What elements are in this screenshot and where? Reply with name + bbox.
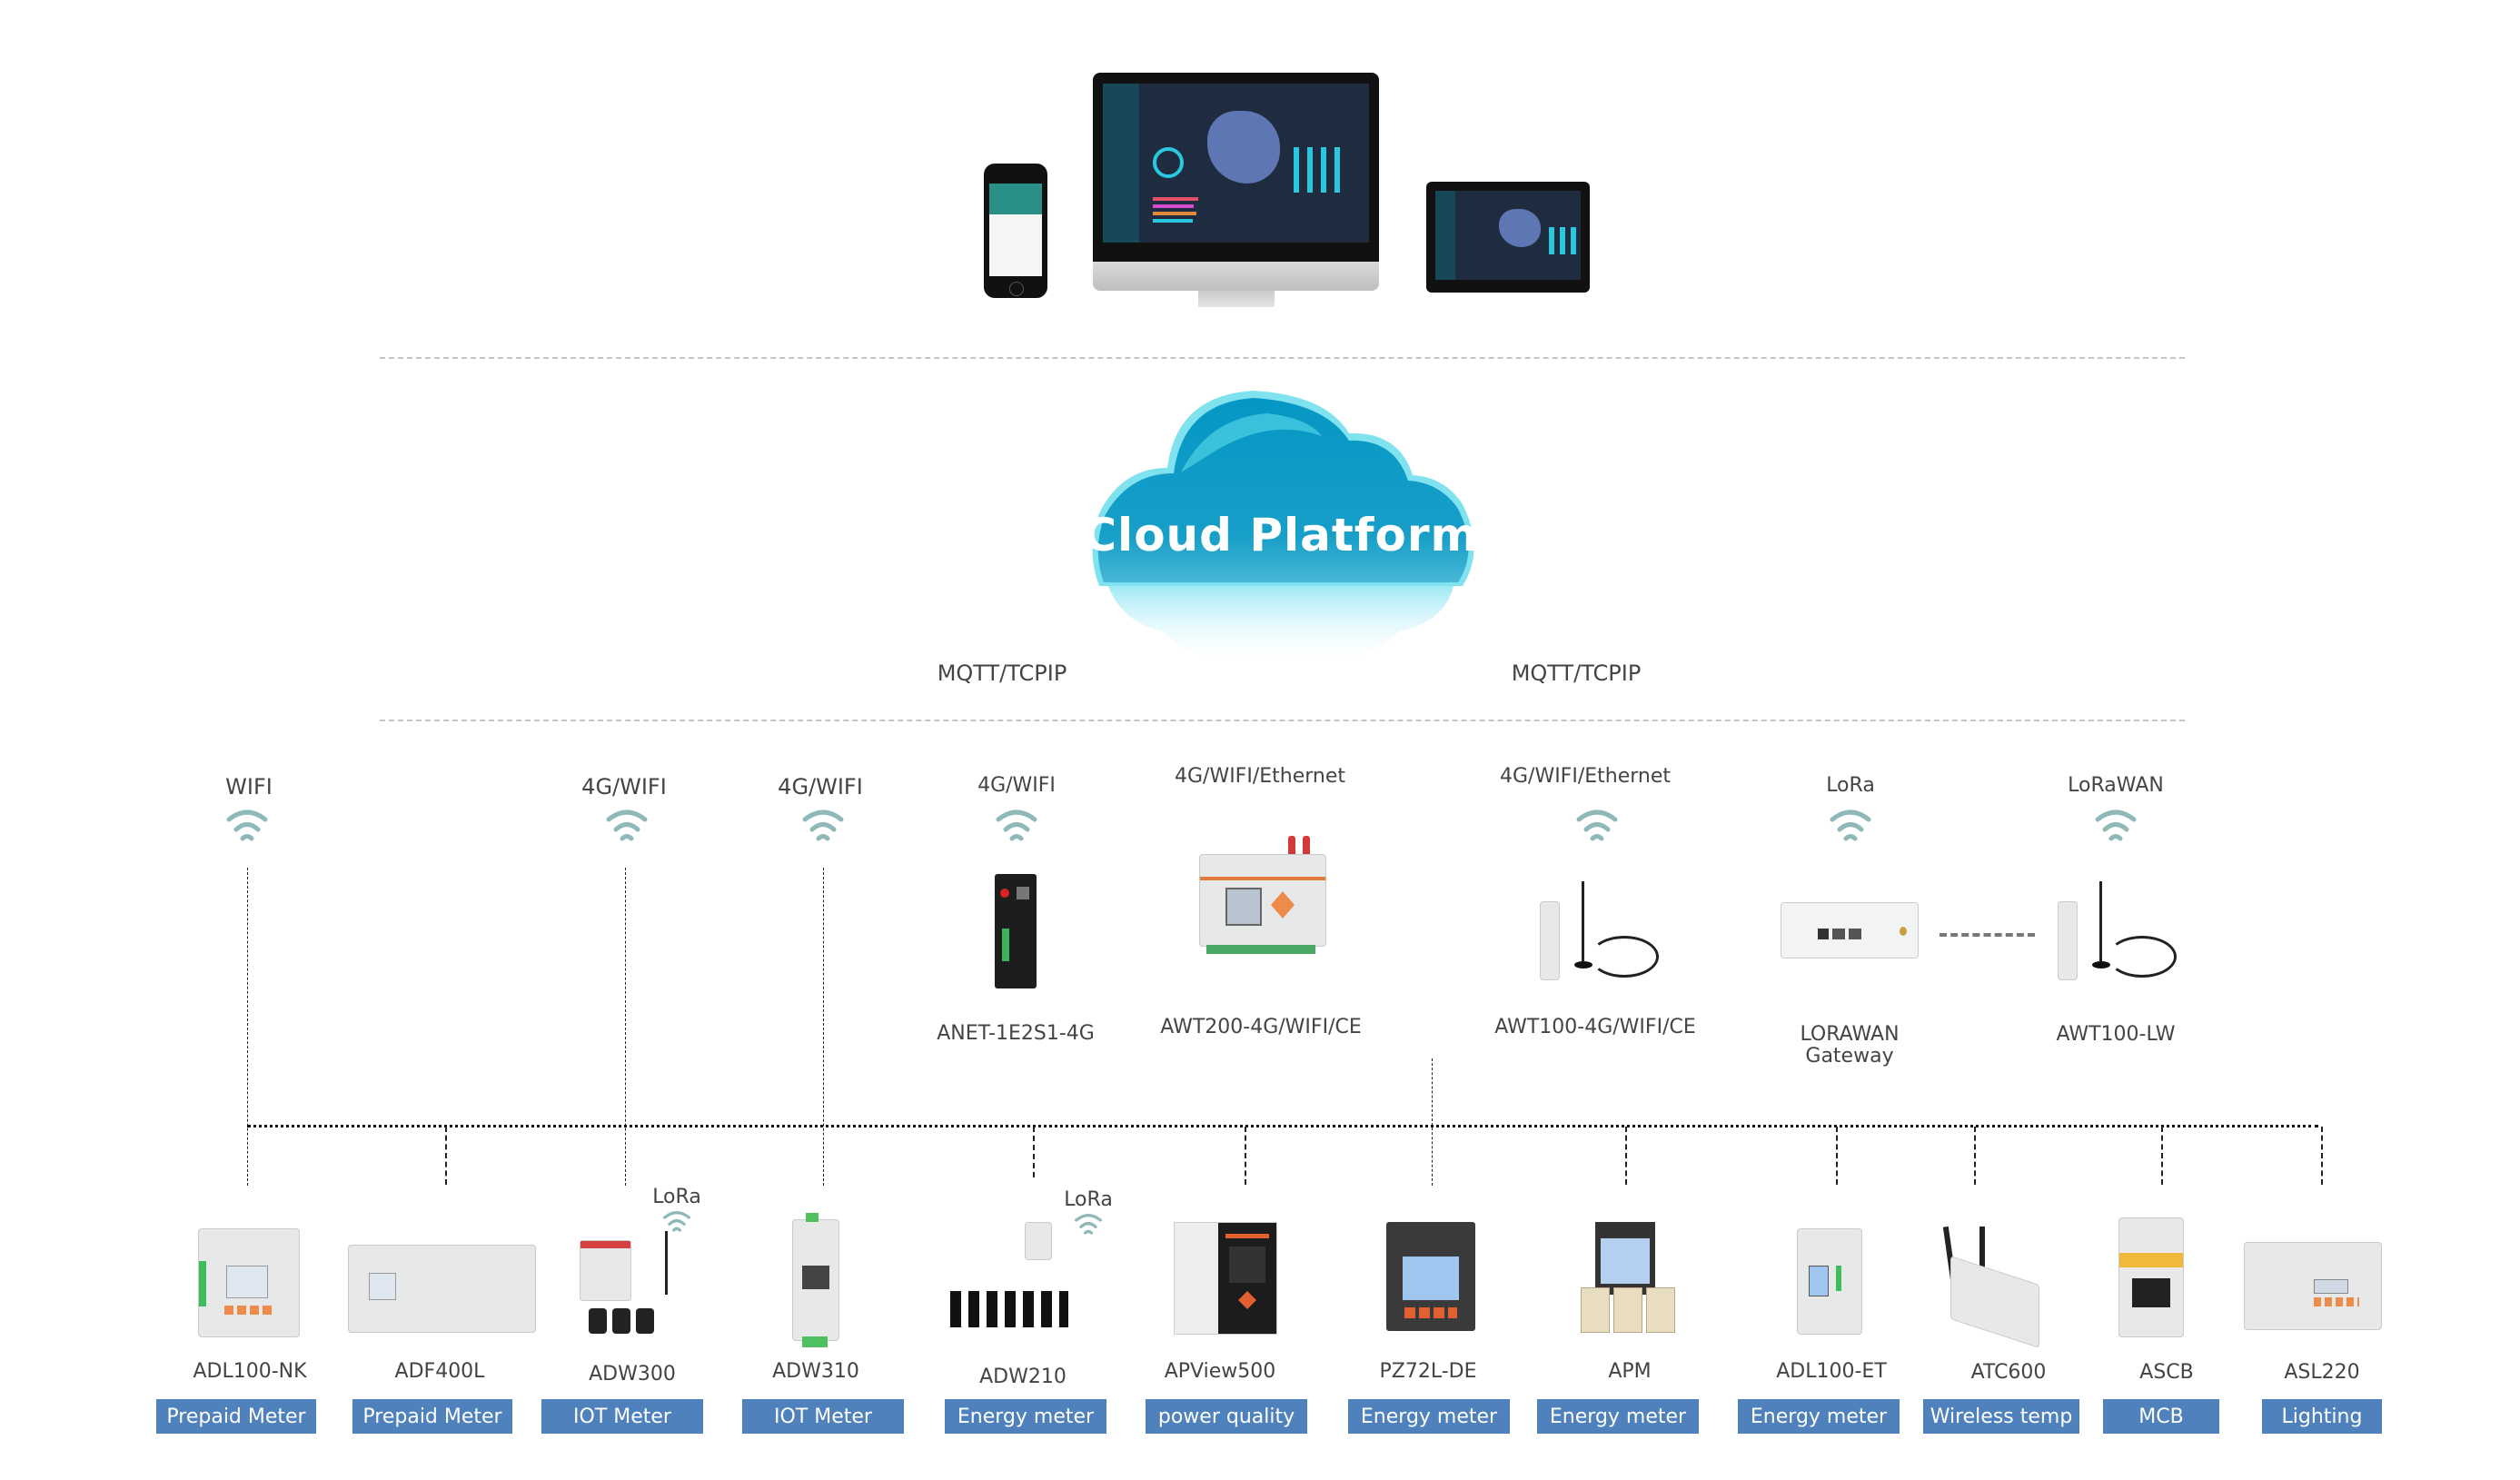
uplink-line <box>823 868 824 1186</box>
drop-line <box>1974 1127 1976 1185</box>
cloud-platform-title: Cloud Platform <box>1083 509 1479 561</box>
protocol-label-right: MQTT/TCPIP <box>1511 661 1642 686</box>
connection-label: LoRaWAN <box>2068 774 2164 797</box>
connection-label: 4G/WIFI/Ethernet <box>1499 765 1672 788</box>
category-badge: Lighting <box>2262 1399 2382 1434</box>
lora-link-line <box>1940 933 2035 937</box>
category-badge: IOT Meter <box>541 1399 703 1434</box>
connection-label: LoRa <box>1826 774 1875 797</box>
uplink-line <box>625 868 626 1186</box>
device-image-adw210 <box>945 1222 1072 1340</box>
connection-label: WIFI <box>225 774 273 800</box>
connection-label: 4G/WIFI <box>581 774 667 800</box>
device-image-atc600 <box>1940 1226 2049 1348</box>
device-model-label: ADW210 <box>979 1366 1067 1388</box>
gateway-model-label: AWT200-4G/WIFI/CE <box>1160 1016 1362 1038</box>
bus-line <box>247 1125 2318 1127</box>
device-model-label: APView500 <box>1164 1360 1276 1383</box>
category-badge: Energy meter <box>1738 1399 1900 1434</box>
wifi-icon <box>1575 807 1619 843</box>
wireless-label: LoRa <box>652 1186 701 1208</box>
device-image-asl220 <box>2244 1242 2382 1330</box>
device-model-label: ADW310 <box>772 1360 859 1383</box>
uplink-line <box>1432 1058 1433 1186</box>
drop-line <box>1245 1127 1246 1185</box>
device-image-adl100-nk <box>198 1228 300 1337</box>
drop-line <box>445 1127 447 1185</box>
device-model-label: ATC600 <box>1970 1361 2047 1384</box>
category-badge: MCB <box>2103 1399 2219 1434</box>
wifi-icon <box>1074 1211 1103 1237</box>
wireless-label: LoRa <box>1064 1188 1113 1211</box>
connection-label: 4G/WIFI <box>977 774 1056 797</box>
wifi-icon <box>1829 807 1872 843</box>
divider-top <box>380 357 2185 359</box>
device-model-label: APM <box>1608 1360 1652 1383</box>
awt100-lw-image <box>2058 881 2185 986</box>
gateway-model-label: ANET-1E2S1-4G <box>937 1022 1095 1045</box>
device-image-adw300 <box>580 1231 680 1336</box>
awt200-gateway-image <box>1199 836 1326 963</box>
drop-line <box>2161 1127 2163 1185</box>
tablet-image <box>1426 182 1590 293</box>
wifi-icon <box>2094 807 2138 843</box>
lorawan-gateway-image <box>1781 902 1919 959</box>
gateway-model-label: LORAWAN <box>1800 1023 1900 1046</box>
uplink-line <box>247 868 248 1186</box>
device-model-label: ASCB <box>2139 1361 2194 1384</box>
desktop-monitor-image <box>1093 73 1379 309</box>
protocol-label-left: MQTT/TCPIP <box>937 661 1067 686</box>
drop-line <box>1836 1127 1838 1185</box>
awt100-gateway-image <box>1540 881 1667 986</box>
gateway-model-label: AWT100-LW <box>2056 1023 2176 1046</box>
device-image-adl100-et <box>1797 1228 1862 1335</box>
wifi-icon <box>605 807 649 843</box>
wifi-icon <box>662 1208 691 1234</box>
category-badge: Energy meter <box>1537 1399 1699 1434</box>
device-model-label: ASL220 <box>2284 1361 2360 1384</box>
device-model-label: ADF400L <box>394 1360 485 1383</box>
wifi-icon <box>995 807 1038 843</box>
drop-line <box>1033 1127 1035 1177</box>
device-image-apview500 <box>1174 1222 1277 1335</box>
device-model-label: ADW300 <box>589 1363 676 1386</box>
divider-middle <box>380 720 2185 721</box>
smartphone-image <box>984 164 1047 298</box>
device-model-label: ADL100-ET <box>1776 1360 1887 1383</box>
category-badge: Wireless temp <box>1923 1399 2079 1434</box>
category-badge: Energy meter <box>945 1399 1106 1434</box>
category-badge: Prepaid Meter <box>156 1399 316 1434</box>
anet-gateway-image <box>995 874 1037 988</box>
device-image-ascb <box>2118 1217 2184 1337</box>
device-model-label: PZ72L-DE <box>1379 1360 1477 1383</box>
category-badge: Prepaid Meter <box>352 1399 512 1434</box>
wifi-icon <box>225 807 269 843</box>
device-image-adw310 <box>792 1213 839 1347</box>
wifi-icon <box>801 807 845 843</box>
category-badge: power quality <box>1146 1399 1307 1434</box>
drop-line <box>1625 1127 1627 1185</box>
device-image-pz72l-de <box>1386 1222 1475 1331</box>
device-image-adf400l <box>348 1245 536 1333</box>
gateway-model-label-line2: Gateway <box>1805 1045 1894 1068</box>
device-image-apm <box>1579 1222 1679 1333</box>
connection-label: 4G/WIFI/Ethernet <box>1174 765 1346 788</box>
connection-label: 4G/WIFI <box>778 774 863 800</box>
gateway-model-label: AWT100-4G/WIFI/CE <box>1494 1016 1696 1038</box>
category-badge: IOT Meter <box>742 1399 904 1434</box>
drop-line <box>2321 1127 2323 1185</box>
category-badge: Energy meter <box>1348 1399 1510 1434</box>
device-model-label: ADL100-NK <box>193 1360 307 1383</box>
